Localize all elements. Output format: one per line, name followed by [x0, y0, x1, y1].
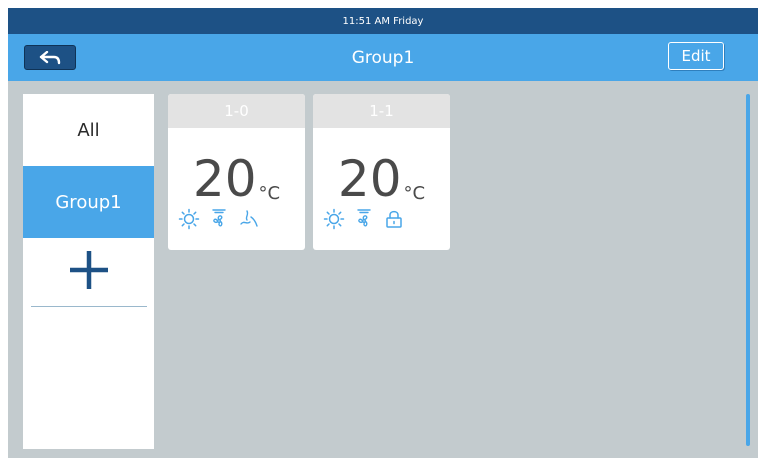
unit-id: 1-0 — [168, 94, 305, 128]
scrollbar[interactable] — [746, 94, 750, 446]
add-group-button[interactable] — [23, 238, 154, 302]
page-title: Group1 — [351, 47, 415, 68]
sun-icon — [323, 208, 345, 230]
temperature-value: 20 — [192, 150, 257, 208]
status-day: Friday — [393, 15, 424, 27]
back-arrow-icon — [39, 50, 61, 64]
back-button[interactable] — [24, 45, 76, 70]
unit-card-1-1[interactable]: 1-1 20 °C — [313, 94, 450, 250]
unit-id: 1-1 — [313, 94, 450, 128]
swing-icon — [238, 208, 260, 230]
mode-icons — [178, 208, 260, 230]
title-bar: Group1 Edit — [8, 34, 758, 81]
temperature-unit: °C — [258, 183, 281, 204]
status-bar: 11:51 AM Friday — [8, 8, 758, 34]
plus-icon — [69, 251, 108, 289]
status-time: 11:51 AM — [342, 15, 390, 27]
sun-icon — [178, 208, 200, 230]
sidebar-divider — [31, 306, 147, 307]
mode-icons — [323, 208, 405, 230]
sidebar-item-all[interactable]: All — [23, 94, 154, 166]
lock-icon — [383, 208, 405, 230]
temperature-display: 20 °C — [168, 142, 305, 208]
temperature-display: 20 °C — [313, 142, 450, 208]
temperature-value: 20 — [337, 150, 402, 208]
group-sidebar: All Group1 — [23, 94, 154, 449]
unit-card-1-0[interactable]: 1-0 20 °C — [168, 94, 305, 250]
app-frame: 11:51 AM Friday Group1 Edit All Group1 1… — [8, 8, 758, 458]
temperature-unit: °C — [403, 183, 426, 204]
edit-button[interactable]: Edit — [668, 42, 724, 70]
fan-icon — [353, 208, 375, 230]
sidebar-item-group1[interactable]: Group1 — [23, 166, 154, 238]
fan-icon — [208, 208, 230, 230]
